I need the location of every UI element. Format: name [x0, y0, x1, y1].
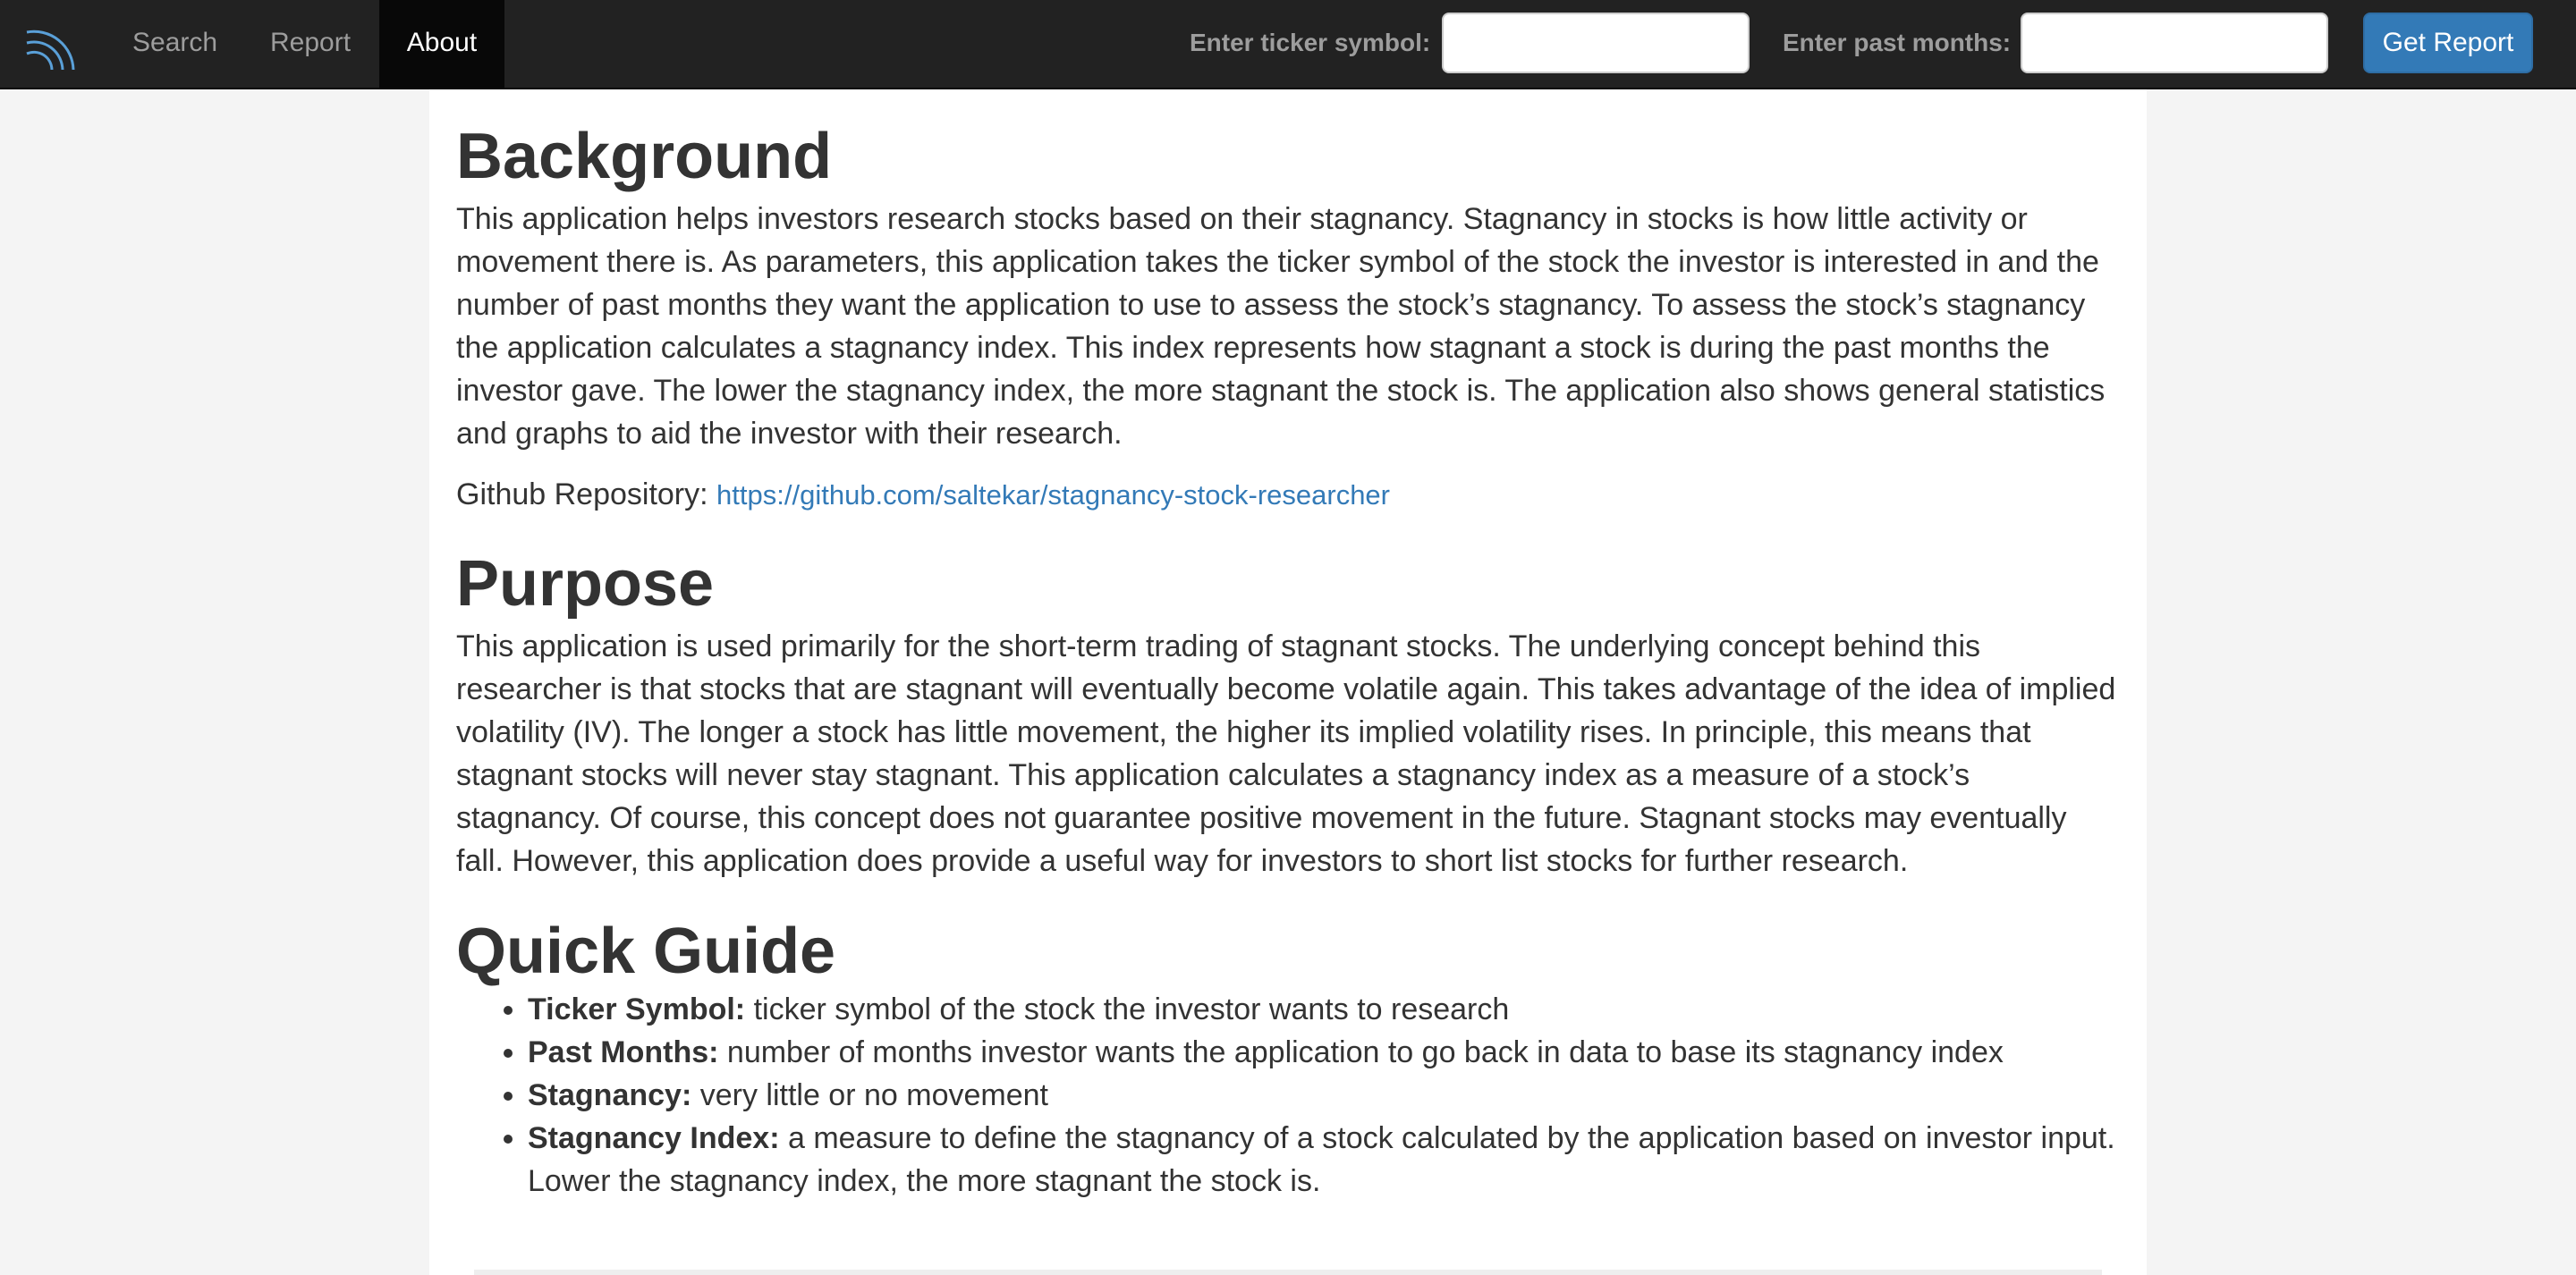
ticker-symbol-label: Enter ticker symbol:	[1190, 29, 1431, 56]
list-item: Ticker Symbol: ticker symbol of the stoc…	[528, 988, 2120, 1031]
guide-term: Ticker Symbol:	[528, 992, 746, 1026]
quick-guide-list: Ticker Symbol: ticker symbol of the stoc…	[456, 988, 2120, 1203]
guide-term: Stagnancy:	[528, 1077, 692, 1112]
guide-desc: number of months investor wants the appl…	[726, 1034, 2004, 1069]
purpose-heading: Purpose	[456, 548, 715, 621]
list-item: Stagnancy: very little or no movement	[528, 1074, 2120, 1117]
github-repo-link[interactable]: https://github.com/saltekar/stagnancy-st…	[716, 479, 1390, 511]
divider	[474, 1270, 2102, 1275]
guide-desc: ticker symbol of the stock the investor …	[753, 992, 1510, 1026]
guide-desc: very little or no movement	[699, 1077, 1048, 1112]
nav-tab-search[interactable]: Search	[106, 0, 244, 88]
nav-tab-report[interactable]: Report	[243, 0, 377, 88]
list-item: Stagnancy Index: a measure to define the…	[528, 1117, 2120, 1203]
nav-tab-about[interactable]: About	[379, 0, 504, 88]
background-text: This application helps investors researc…	[456, 202, 2106, 452]
navbar: Search Report About Enter ticker symbol:…	[0, 0, 2576, 89]
list-item: Past Months: number of months investor w…	[528, 1031, 2120, 1074]
main-content: Background This application helps invest…	[429, 89, 2147, 1275]
ticker-symbol-input[interactable]	[1442, 13, 1750, 73]
quick-guide-heading: Quick Guide	[456, 916, 836, 988]
signal-arcs-icon[interactable]	[23, 20, 80, 73]
past-months-input[interactable]	[2021, 13, 2328, 73]
repo-line: Github Repository: https://github.com/sa…	[456, 473, 2120, 517]
background-heading: Background	[456, 121, 833, 192]
guide-term: Stagnancy Index:	[528, 1120, 780, 1155]
past-months-label: Enter past months:	[1783, 29, 2012, 56]
get-report-button[interactable]: Get Report	[2363, 13, 2533, 73]
repo-label: Github Repository:	[456, 477, 708, 512]
guide-term: Past Months:	[528, 1034, 719, 1069]
purpose-text: This application is used primarily for t…	[456, 629, 2116, 879]
